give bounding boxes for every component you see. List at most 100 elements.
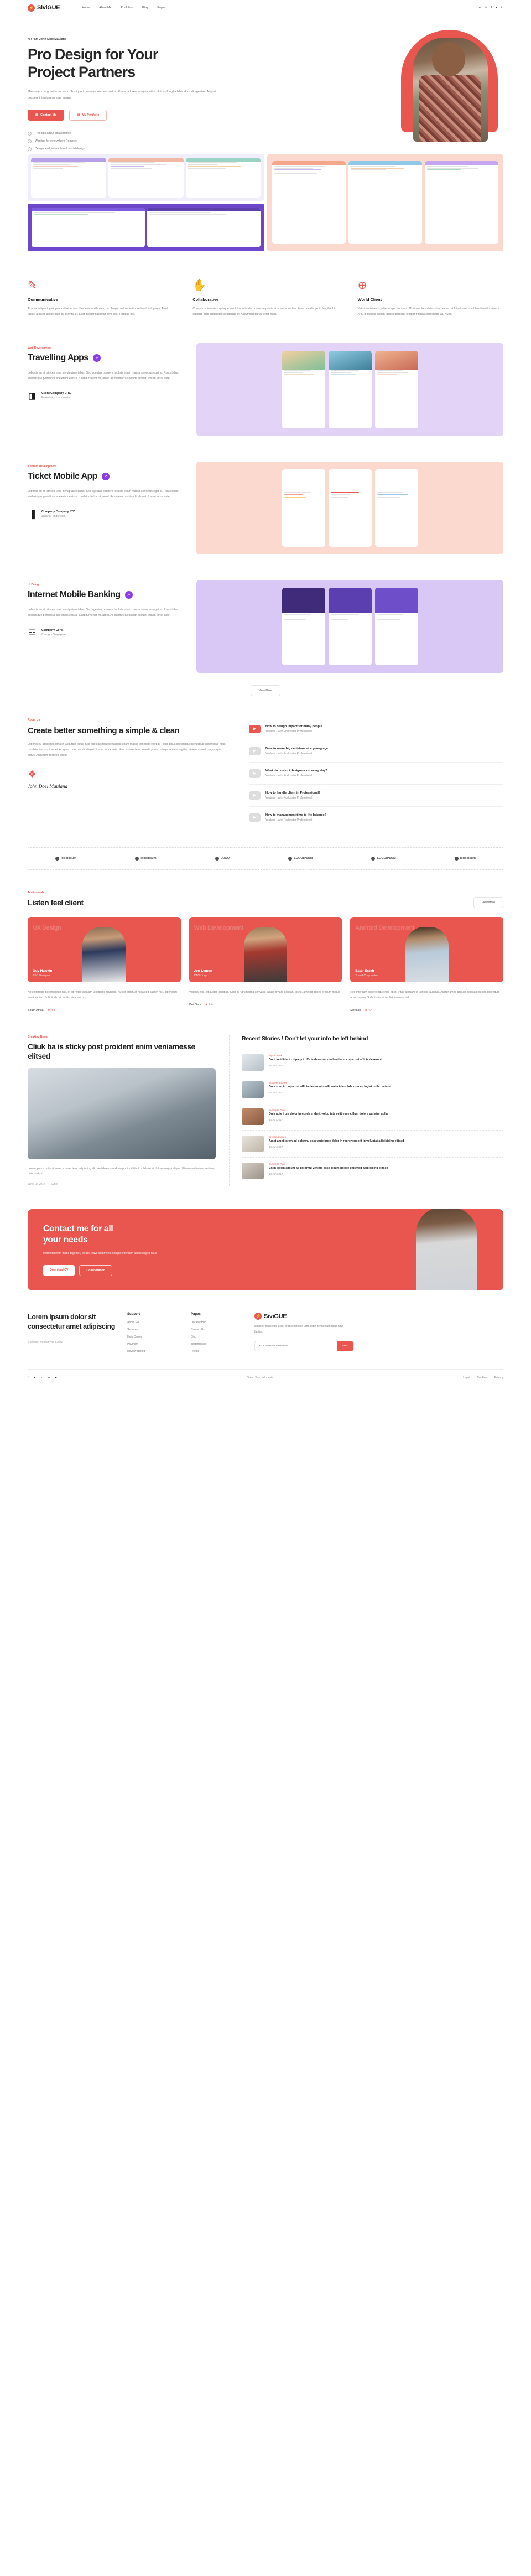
play-icon[interactable]: ▶ — [249, 724, 261, 733]
footer-logo-text: SiviGUE — [264, 1313, 287, 1320]
footer-description: Sit dolor nunc odio arcu, praesent tellu… — [254, 1325, 343, 1334]
feature-text: At amet adipiscing et ipsum vitae lectus… — [28, 307, 168, 316]
feature-title: World Client — [357, 297, 382, 302]
logo-dot-icon — [454, 856, 459, 861]
footer-link[interactable]: Help Center — [127, 1335, 180, 1339]
email-field[interactable] — [255, 1341, 337, 1351]
featured-post-meta: June 18, 2017 • Super — [28, 1183, 59, 1186]
contact-me-button[interactable]: ▤ Contact Me — [28, 109, 65, 121]
footer-link[interactable]: Testimonials — [191, 1343, 243, 1346]
twitter-icon[interactable]: ✦ — [33, 1376, 35, 1380]
testimonial-footer: Monaco ★ 4.4 — [350, 1009, 503, 1012]
footer-link[interactable]: Pricing — [191, 1350, 243, 1353]
check-circle-icon: ✓ — [28, 139, 32, 143]
signature-block: ❖ John Doel Maulana — [28, 769, 227, 789]
nav-item-home[interactable]: Home — [82, 6, 90, 9]
footer-legal-link[interactable]: Legal — [463, 1376, 470, 1380]
play-icon[interactable]: ▶ — [249, 769, 261, 778]
footer-legal-link[interactable]: Privacy — [494, 1376, 503, 1380]
post-item[interactable]: Breaking News Amet amet lorem ad dolormu… — [242, 1131, 503, 1158]
about-section: About Us Create better something a simpl… — [0, 696, 531, 828]
client-logo-label: logoipsum — [61, 857, 77, 861]
dribbble-icon[interactable]: ● — [48, 1376, 50, 1380]
client-logo: LOGO — [215, 856, 230, 861]
footer-legal-link[interactable]: Cookies — [477, 1376, 487, 1380]
signature-icon: ❖ — [28, 768, 37, 780]
portfolio-category: Web Development — [28, 346, 52, 350]
footer-logo[interactable]: ⚡ SiviGUE — [254, 1313, 503, 1320]
featured-post-title[interactable]: Cliuk ba is sticky post proident enim ve… — [28, 1042, 216, 1061]
linkedin-icon[interactable]: in — [501, 6, 503, 9]
showcase-card-top[interactable] — [28, 154, 264, 201]
arrow-up-right-icon[interactable]: ↗ — [124, 591, 133, 599]
facebook-icon[interactable]: f — [491, 6, 492, 9]
dribbble-icon[interactable]: ● — [496, 6, 497, 9]
footer-link[interactable]: Services — [127, 1328, 180, 1331]
client-logo: LOGOIPSUM — [288, 856, 313, 861]
portfolio-content: UI Design Internet Mobile Banking ↗ Lobo… — [28, 580, 196, 637]
podcast-item[interactable]: ▶ How to design impact for many people Y… — [249, 718, 503, 740]
podcast-item[interactable]: ▶ What do product designers do every day… — [249, 763, 503, 785]
site-logo[interactable]: ⚡ SiviGUE — [28, 4, 60, 12]
post-item[interactable]: Business Plan Duis aute irure dolor inre… — [242, 1103, 503, 1131]
featured-post-image[interactable] — [28, 1067, 216, 1159]
post-item[interactable]: Business Plan Enim lorem aitsum ad dolor… — [242, 1158, 503, 1184]
footer-link[interactable]: Contact Us — [191, 1328, 243, 1331]
portfolio-preview[interactable] — [196, 579, 503, 673]
contact-me-label: Contact Me — [40, 113, 57, 117]
footer-link[interactable]: About Me — [127, 1321, 180, 1324]
portfolio-view-more-button[interactable]: View More — [250, 685, 281, 696]
nav-item-blog[interactable]: Blog — [142, 6, 148, 9]
check-circle-icon: ✓ — [28, 147, 32, 151]
checklist-item: ✓ Design lead, interaction & visual desi… — [28, 147, 266, 151]
portfolio-preview[interactable] — [196, 461, 503, 554]
footer-link[interactable]: Review Rating — [127, 1350, 180, 1353]
arrow-up-right-icon[interactable]: ↗ — [92, 354, 101, 362]
play-icon[interactable]: ▶ — [249, 791, 261, 800]
linkedin-icon[interactable]: in — [41, 1376, 43, 1380]
mail-icon[interactable]: ✉ — [485, 6, 487, 9]
testimonial-rating: ★ 4.4 — [48, 1009, 55, 1012]
post-thumbnail — [242, 1163, 264, 1180]
portfolio-text: Lobortis eu at ultrices urna in vulputat… — [28, 489, 179, 499]
rating-value: 4.4 — [368, 1008, 373, 1012]
podcast-item[interactable]: ▶ How to handle client in Professional? … — [249, 785, 503, 807]
footer-link[interactable]: Our Portfolio — [191, 1321, 243, 1324]
nav-item-portfolios[interactable]: Portfolios — [121, 6, 133, 9]
twitter-icon[interactable]: ✦ — [478, 6, 481, 9]
play-icon[interactable]: ▶ — [249, 813, 261, 822]
post-item[interactable]: Success Stories Duis sunt in culpa qui o… — [242, 1076, 503, 1104]
download-cv-button[interactable]: Download CV — [43, 1265, 75, 1277]
cta-title-line2: your needs — [43, 1235, 88, 1245]
arrow-up-right-icon[interactable]: ↗ — [101, 473, 110, 481]
about-paragraph: Lobortis eu at ultrices urna in vulputat… — [28, 743, 226, 758]
post-item[interactable]: Tips & Trick Dunt incididunt culpa qui o… — [242, 1049, 503, 1077]
collaboration-button[interactable]: Collaboration — [79, 1265, 112, 1277]
footer-link[interactable]: Blog — [191, 1335, 243, 1339]
testimonial-role: ABC Designer — [33, 973, 50, 977]
portfolio-preview[interactable] — [196, 343, 503, 436]
youtube-icon[interactable]: ▶ — [55, 1376, 57, 1380]
testimonials-view-more-button[interactable]: View More — [473, 896, 503, 908]
showcase-card-bottom[interactable] — [28, 203, 264, 251]
showcase-card-large[interactable] — [267, 154, 503, 251]
featured-post: Breaking News Cliuk ba is sticky post pr… — [28, 1035, 216, 1186]
send-button[interactable]: Send — [337, 1341, 353, 1351]
play-icon[interactable]: ▶ — [249, 747, 261, 755]
about-label: About Us — [28, 718, 40, 722]
portfolio-title-row: Internet Mobile Banking ↗ — [28, 590, 196, 600]
nav-item-pages[interactable]: Pages — [157, 6, 165, 9]
footer-copyright: © Sivigue Template Ver 4.2022 — [28, 1340, 63, 1343]
my-portfolio-button[interactable]: ▤ My Portfolio — [69, 109, 107, 121]
footer-link[interactable]: Payment — [127, 1343, 180, 1346]
showcase-right-column — [267, 154, 503, 251]
nav-menu: Home About Me Portfolios Blog Pages — [82, 6, 165, 9]
recent-stories-title: Recent Stories ! Don't let your info be … — [242, 1035, 368, 1042]
portfolio-item: Android Development Ticket Mobile App ↗ … — [0, 436, 531, 554]
client-logo: logoipsum — [135, 856, 157, 861]
nav-item-about-me[interactable]: About Me — [99, 6, 111, 9]
testimonial-quote: Volutpat nisl, sit auctor faucibus. Quis… — [189, 990, 340, 994]
cta-banner: Contact me for all your needs Interested… — [28, 1209, 503, 1291]
podcast-item[interactable]: ▶ Dare to make big decisions at a young … — [249, 740, 503, 763]
podcast-item[interactable]: ▶ How to management time to life balance… — [249, 807, 503, 828]
